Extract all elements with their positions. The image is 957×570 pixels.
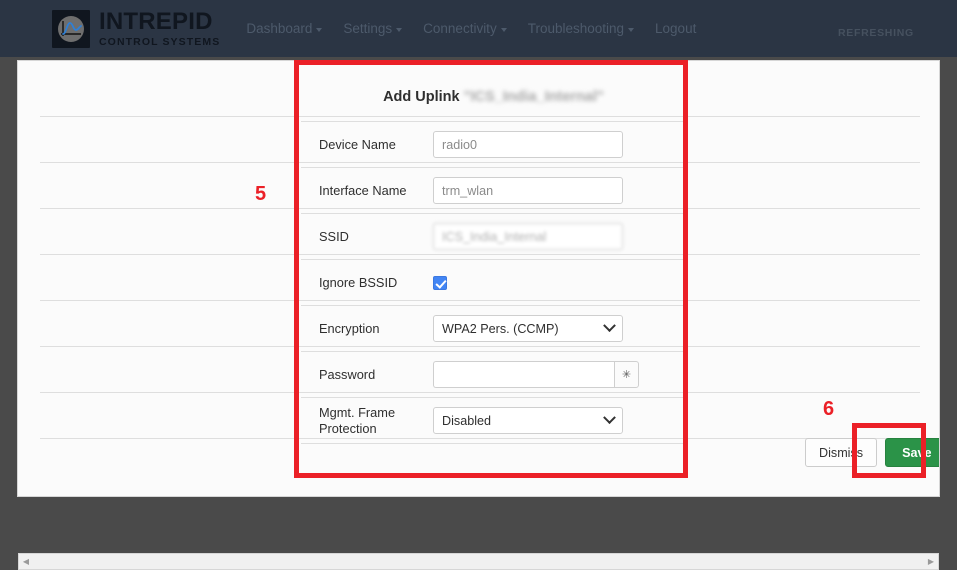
annotation-number-5: 5: [255, 183, 267, 205]
top-navbar: INTREPID CONTROL SYSTEMS Dashboard Setti…: [0, 0, 957, 57]
nav-item-connectivity-label: Connectivity: [423, 21, 497, 36]
ignore-bssid-checkbox[interactable]: [433, 275, 447, 290]
form-title-ssid: "ICS_India_Internal": [463, 89, 604, 105]
page-content: Add Uplink "ICS_India_Internal" Device N…: [17, 60, 940, 497]
form-row-device-name: Device Name: [301, 121, 686, 167]
browser-viewport-frame: Add Uplink "ICS_India_Internal" Device N…: [0, 57, 957, 570]
password-reveal-icon[interactable]: ✳: [614, 361, 639, 388]
password-input[interactable]: [433, 361, 614, 388]
nav-item-settings-label: Settings: [343, 21, 393, 36]
scroll-right-arrow-icon[interactable]: ▶: [924, 557, 938, 566]
form-row-encryption: Encryption WPA2 Pers. (CCMP): [301, 305, 686, 351]
mgmt-frame-protection-select-value: Disabled: [442, 413, 492, 428]
brand-name: INTREPID: [99, 7, 213, 35]
form-row-ssid: SSID: [301, 213, 686, 259]
scroll-left-arrow-icon[interactable]: ◀: [19, 557, 33, 566]
interface-name-label: Interface Name: [319, 182, 407, 198]
interface-name-input[interactable]: [433, 177, 623, 204]
password-label: Password: [319, 366, 376, 382]
form-row-interface-name: Interface Name: [301, 167, 686, 213]
page-title: Add Uplink "ICS_India_Internal": [301, 67, 686, 121]
nav-item-settings[interactable]: Settings: [343, 21, 403, 36]
horizontal-scrollbar[interactable]: ◀ ▶: [18, 553, 939, 570]
ssid-label: SSID: [319, 228, 349, 244]
nav-links: Dashboard Settings Connectivity Troubles…: [246, 21, 696, 36]
nav-item-troubleshooting[interactable]: Troubleshooting: [527, 21, 635, 36]
chevron-down-icon: [396, 27, 403, 32]
chevron-down-icon: [500, 27, 507, 32]
device-name-input[interactable]: [433, 131, 623, 158]
save-button[interactable]: Save: [885, 438, 939, 467]
nav-item-troubleshooting-label: Troubleshooting: [527, 21, 625, 36]
form-actions: Dismiss Save: [805, 438, 939, 467]
device-name-label: Device Name: [319, 136, 396, 152]
nav-item-connectivity[interactable]: Connectivity: [423, 21, 507, 36]
password-group: ✳: [433, 361, 639, 388]
mgmt-frame-protection-label: Mgmt. Frame Protection: [319, 404, 396, 436]
nav-item-logout[interactable]: Logout: [655, 21, 696, 36]
brand-subtitle: CONTROL SYSTEMS: [99, 35, 221, 48]
refresh-status-text: REFRESHING: [838, 27, 914, 39]
form-footer-spacer: [301, 443, 686, 485]
mgmt-frame-protection-select[interactable]: Disabled: [433, 407, 623, 434]
form-row-mgmt-frame-protection: Mgmt. Frame Protection Disabled: [301, 397, 686, 443]
add-uplink-form: Add Uplink "ICS_India_Internal" Device N…: [301, 67, 686, 485]
nav-item-dashboard-label: Dashboard: [246, 21, 313, 36]
form-title-prefix: Add Uplink: [383, 89, 464, 105]
chevron-down-icon: [316, 27, 323, 32]
nav-item-logout-label: Logout: [655, 21, 697, 36]
encryption-label: Encryption: [319, 320, 380, 336]
encryption-select[interactable]: WPA2 Pers. (CCMP): [433, 315, 623, 342]
dismiss-button[interactable]: Dismiss: [805, 438, 878, 467]
ssid-input[interactable]: [433, 223, 623, 250]
intrepid-waveform-logo-icon: [52, 9, 90, 48]
ignore-bssid-label: Ignore BSSID: [319, 274, 398, 290]
annotation-number-6: 6: [823, 398, 835, 420]
chevron-down-icon: [628, 27, 635, 32]
encryption-select-value: WPA2 Pers. (CCMP): [442, 321, 559, 336]
chevron-down-icon: [603, 319, 616, 333]
form-row-password: Password ✳: [301, 351, 686, 397]
form-row-ignore-bssid: Ignore BSSID: [301, 259, 686, 305]
brand-logo[interactable]: INTREPID CONTROL SYSTEMS: [52, 7, 221, 48]
nav-item-dashboard[interactable]: Dashboard: [246, 21, 323, 36]
chevron-down-icon: [603, 411, 616, 425]
